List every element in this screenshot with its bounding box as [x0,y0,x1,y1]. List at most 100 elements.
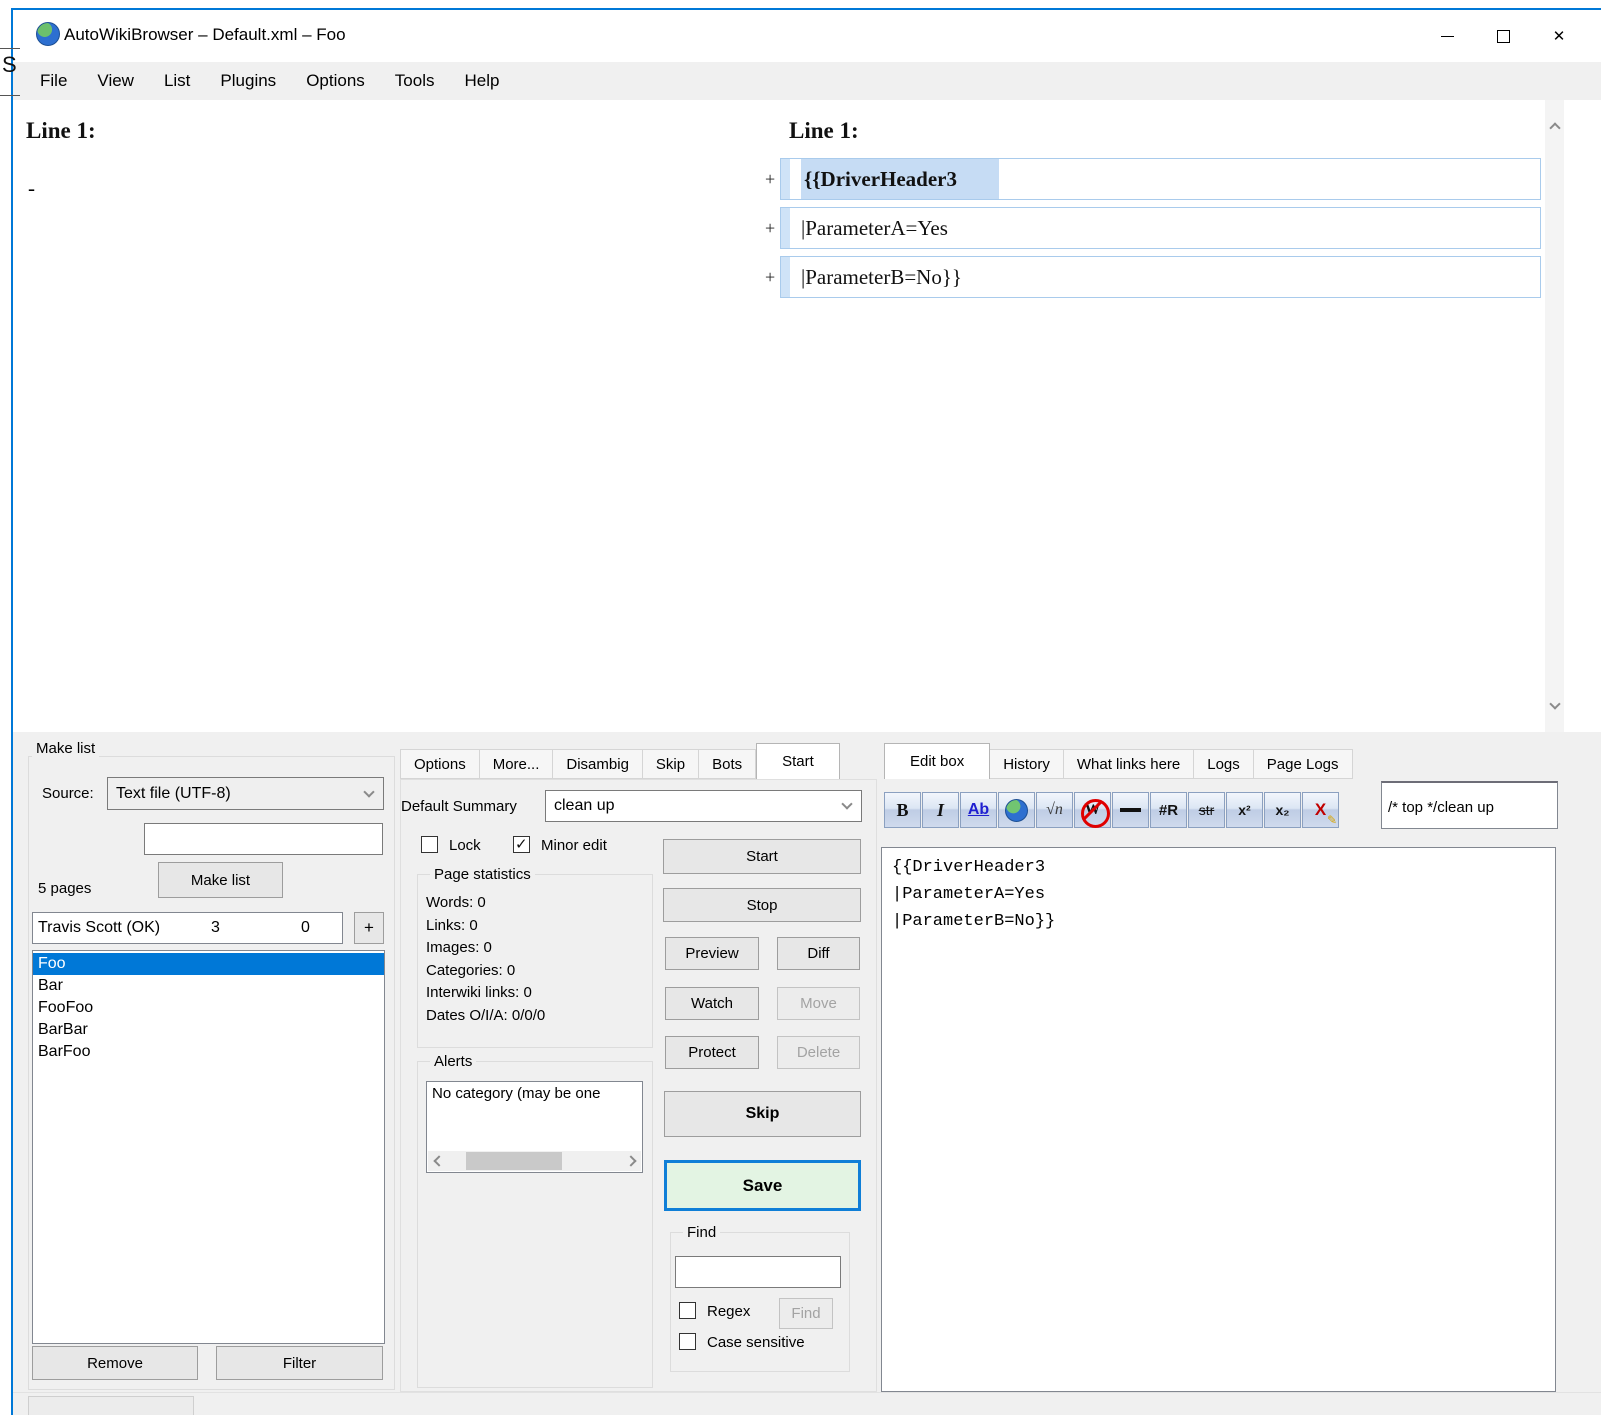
source-label: Source: [42,785,94,802]
add-provider-button[interactable]: + [354,912,384,944]
page-item-barbar[interactable]: BarBar [33,1019,384,1041]
menu-tools[interactable]: Tools [380,62,450,100]
delete-markup-icon[interactable]: X [1302,792,1339,828]
start-button[interactable]: Start [663,839,861,874]
scroll-right-button[interactable] [623,1151,641,1171]
minimize-button[interactable] [1419,18,1475,54]
toolbar-glyph: √n [1046,801,1063,818]
horizontal-rule-icon[interactable] [1112,792,1149,828]
tab-page-logs[interactable]: Page Logs [1253,749,1353,779]
move-button[interactable]: Move [777,987,860,1020]
page-item-foofoo[interactable]: FooFoo [33,997,384,1019]
preview-button[interactable]: Preview [665,937,759,970]
close-button[interactable]: ✕ [1531,18,1587,54]
redirect-icon[interactable]: #R [1150,792,1187,828]
provider-count-b: 0 [301,919,310,936]
tab-options[interactable]: Options [400,749,480,779]
lock-checkbox[interactable] [421,836,438,853]
superscript-icon[interactable]: x² [1226,792,1263,828]
bold-icon[interactable]: B [884,792,921,828]
italic-icon[interactable]: I [922,792,959,828]
page-item-bar[interactable]: Bar [33,975,384,997]
diff-plus-marker: + [765,218,776,238]
edit-box-textarea[interactable]: {{DriverHeader3 |ParameterA=Yes |Paramet… [881,847,1556,1392]
chevron-down-icon [355,785,383,800]
menu-file[interactable]: File [25,62,82,100]
default-summary-dropdown[interactable]: clean up [545,790,862,822]
math-formula-icon[interactable]: √n [1036,792,1073,828]
tab-what-links-here[interactable]: What links here [1063,749,1195,779]
page-item-foo[interactable]: Foo [33,953,384,975]
list-source-input[interactable] [144,823,383,855]
diff-added-line-1: + {{DriverHeader3 [765,158,1541,200]
scroll-up-button[interactable] [1545,114,1564,138]
alert-item-no-category[interactable]: No category (may be one [427,1082,642,1102]
stop-button[interactable]: Stop [663,888,861,922]
scroll-left-button[interactable] [428,1151,446,1171]
page-statistic: Words: 0 [426,894,486,911]
maximize-button[interactable] [1475,18,1531,54]
wiki-globe-icon[interactable] [998,792,1035,828]
page-statistics-title: Page statistics [430,866,535,883]
default-summary-label: Default Summary [401,798,517,815]
filter-button[interactable]: Filter [216,1346,383,1380]
find-input[interactable] [675,1256,841,1288]
chevron-down-icon [833,798,861,812]
title-bar: AutoWikiBrowser – Default.xml – Foo ✕ [13,10,1601,62]
underline-ab-icon[interactable]: Ab [960,792,997,828]
source-dropdown[interactable]: Text file (UTF-8) [107,777,384,810]
chevron-up-icon [1548,122,1561,134]
nowiki-icon[interactable]: W [1074,792,1111,828]
case-sensitive-checkbox[interactable] [679,1333,696,1350]
skip-button[interactable]: Skip [664,1091,861,1137]
regex-label: Regex [707,1303,751,1320]
maximize-icon [1496,29,1510,43]
tab-bots[interactable]: Bots [699,749,757,779]
diff-button[interactable]: Diff [777,937,860,970]
diff-removed-marker: - [28,176,35,200]
regex-checkbox[interactable] [679,1302,696,1319]
menu-options[interactable]: Options [291,62,380,100]
edit-summary-input[interactable] [1381,781,1558,829]
chevron-right-icon [624,1155,637,1167]
tab-edit-box[interactable]: Edit box [884,743,991,779]
menu-help[interactable]: Help [449,62,514,100]
remove-button[interactable]: Remove [32,1346,198,1380]
menu-view[interactable]: View [82,62,149,100]
diff-line-box: {{DriverHeader3 [780,158,1541,200]
page-statistic: Categories: 0 [426,961,516,979]
page-statistic: Dates O/I/A: 0/0/0 [426,1006,546,1024]
protect-button[interactable]: Protect [665,1036,759,1069]
find-button[interactable]: Find [779,1298,833,1329]
toolbar-glyph: x² [1238,802,1251,818]
save-button[interactable]: Save [664,1160,861,1211]
subscript-icon[interactable]: x₂ [1264,792,1301,828]
tab-skip[interactable]: Skip [642,749,700,779]
tab-start[interactable]: Start [756,743,840,779]
strikethrough-icon[interactable]: str [1188,792,1225,828]
make-list-button[interactable]: Make list [158,862,283,898]
tab-disambig[interactable]: Disambig [553,749,643,779]
menu-plugins[interactable]: Plugins [205,62,291,100]
watch-button[interactable]: Watch [665,987,759,1020]
scroll-thumb[interactable] [466,1152,562,1170]
diff-view: Line 1: - Line 1: + {{DriverHeader3 + |P… [13,100,1601,732]
toolbar-glyph [1005,798,1028,822]
diff-right-header: Line 1: [789,118,859,143]
diff-vertical-scrollbar[interactable] [1545,100,1564,732]
diff-added-line-3: + |ParameterB=No}} [765,256,1541,298]
source-value: Text file (UTF-8) [116,784,231,802]
tab-logs[interactable]: Logs [1194,749,1254,779]
scroll-down-button[interactable] [1545,694,1564,718]
list-provider-row[interactable]: Travis Scott (OK) 3 0 [32,912,343,944]
tab-more[interactable]: More... [479,749,554,779]
page-item-barfoo[interactable]: BarFoo [33,1041,384,1063]
delete-button[interactable]: Delete [777,1036,860,1069]
make-list-group-title: Make list [32,740,100,757]
alerts-horizontal-scrollbar[interactable] [428,1151,641,1171]
menu-list[interactable]: List [149,62,205,100]
minor-edit-checkbox[interactable] [513,835,530,853]
tab-history[interactable]: History [990,749,1064,779]
page-statistic: Interwiki links: 0 [426,984,532,1001]
window-controls: ✕ [1419,18,1587,54]
